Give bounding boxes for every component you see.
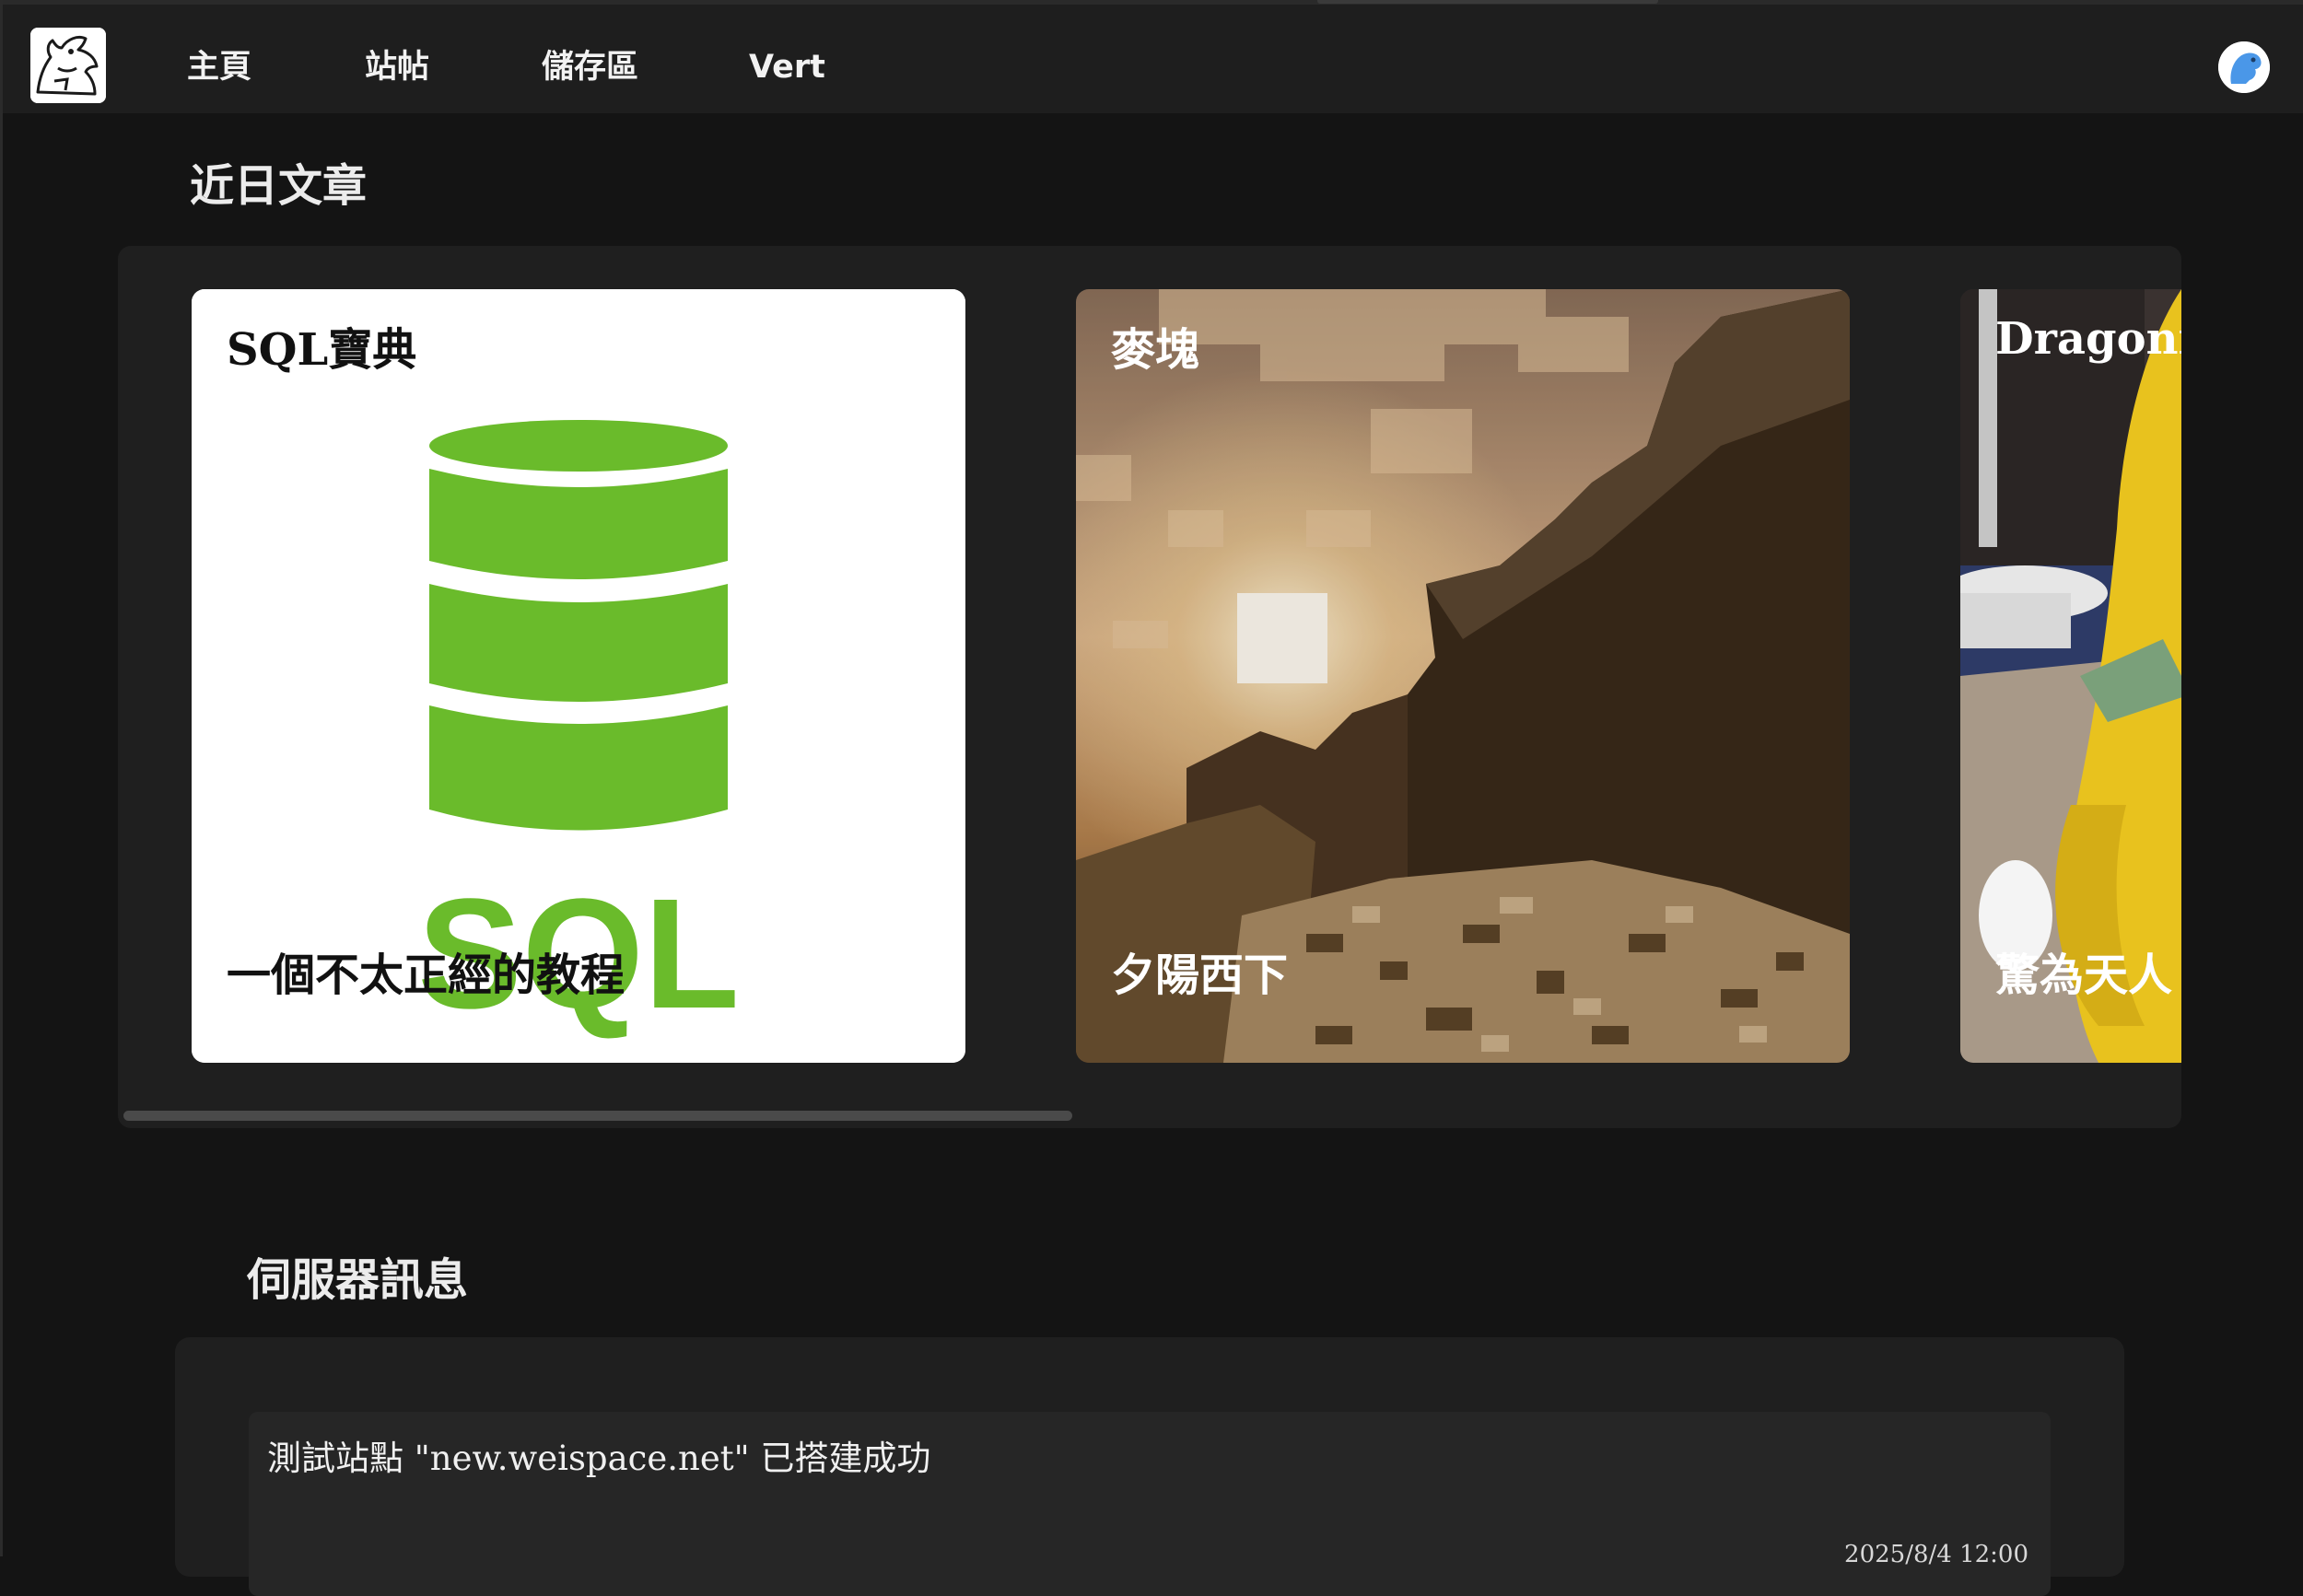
nav-posts[interactable]: 站帖 [365, 45, 429, 89]
recent-articles-title: 近日文章 [190, 160, 368, 212]
article-card-sql[interactable]: SQL SQL寶典 一個不太正經的教程 [192, 289, 965, 1063]
server-message-timestamp: 2025/8/4 12:00 [1844, 1541, 2028, 1568]
article-card-minecraft[interactable]: 麥塊 夕陽西下 [1076, 289, 1850, 1063]
nav-home[interactable]: 主頁 [187, 45, 251, 89]
card-subtitle: 一個不太正經的教程 [227, 949, 625, 1001]
user-avatar[interactable] [2218, 41, 2270, 93]
recent-articles-carousel: SQL SQL寶典 一個不太正經的教程 麥塊 夕陽西下 Dragon 驚為天人 [118, 246, 2181, 1128]
card-title: Dragonite [1995, 313, 2181, 365]
nav-vert[interactable]: Vert [749, 45, 825, 89]
site-logo[interactable] [30, 28, 106, 103]
dragon-logo-icon [30, 28, 106, 103]
carousel-scrollbar[interactable] [118, 1106, 2181, 1128]
card-subtitle: 夕陽西下 [1111, 949, 1289, 1001]
user-avatar-icon [2218, 41, 2270, 93]
server-message-text: 測試站點 "new.weispace.net" 已搭建成功 [267, 1439, 931, 1478]
card-subtitle: 驚為天人 [1995, 949, 2173, 1001]
card-title: SQL寶典 [227, 324, 417, 376]
server-messages-panel: 測試站點 "new.weispace.net" 已搭建成功 2025/8/4 1… [175, 1337, 2124, 1596]
article-card-dragonite[interactable]: Dragonite 驚為天人 [1960, 289, 2181, 1063]
carousel-scrollbar-thumb[interactable] [123, 1111, 1072, 1121]
server-messages-title: 伺服器訊息 [247, 1254, 469, 1306]
server-message: 測試站點 "new.weispace.net" 已搭建成功 2025/8/4 1… [249, 1412, 2051, 1596]
nav-storage[interactable]: 儲存區 [542, 45, 638, 89]
window-drag-handle[interactable] [1317, 0, 1658, 4]
top-navbar: 主頁 站帖 儲存區 Vert [3, 5, 2303, 113]
card-title: 麥塊 [1111, 324, 1200, 376]
window-left-edge [0, 0, 3, 1556]
